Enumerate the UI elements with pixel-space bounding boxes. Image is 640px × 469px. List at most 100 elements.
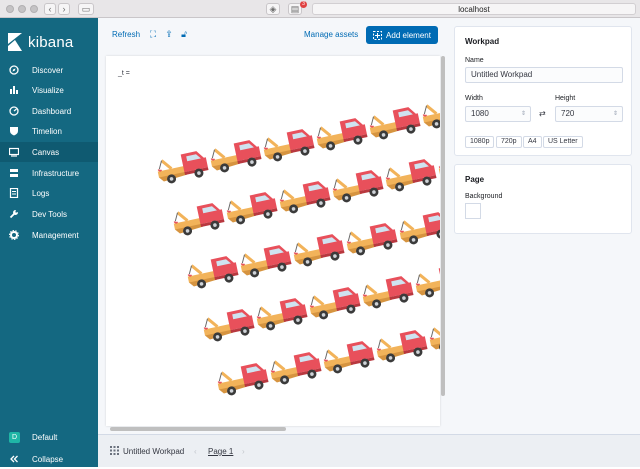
brand-name: kibana	[28, 33, 74, 51]
tow-truck-icon	[169, 199, 228, 240]
dashboard-icon	[9, 106, 19, 116]
sidebar-item-label: Logs	[32, 188, 50, 198]
share-icon[interactable]: ⇪	[164, 29, 174, 39]
preset-us-letter[interactable]: US Letter	[543, 136, 583, 148]
sidebar-item-label: Dev Tools	[32, 209, 67, 219]
sidebar-item-timelion[interactable]: Timelion	[0, 121, 98, 141]
refresh-button[interactable]: Refresh	[112, 30, 140, 39]
shield-extension-icon[interactable]: ◈	[266, 3, 280, 15]
add-element-label: Add element	[386, 30, 431, 40]
canvas-toolbar: Refresh ⛶ ⇪ 🔓︎ Manage assets Add element	[98, 18, 448, 54]
next-page-icon[interactable]: ›	[242, 447, 245, 456]
sidebar-item-visualize[interactable]: Visualize	[0, 80, 98, 100]
tow-truck-icon	[213, 359, 272, 400]
tow-truck-icon	[289, 230, 348, 271]
tow-truck-icon	[266, 348, 325, 389]
vertical-scrollbar[interactable]	[441, 56, 445, 396]
sidebar-item-dev-tools[interactable]: Dev Tools	[0, 204, 98, 224]
sidebar-item-label: Infrastructure	[32, 168, 80, 178]
sidebar-item-label: Management	[32, 230, 79, 240]
space-selector[interactable]: D Default	[0, 427, 98, 447]
sidebar-item-label: Visualize	[32, 85, 64, 95]
kibana-sidebar: kibana Discover Visualize Dashboard Time…	[0, 18, 98, 467]
space-avatar: D	[9, 431, 20, 443]
height-input[interactable]: 720 ⇕	[555, 106, 623, 122]
background-color-swatch[interactable]	[465, 203, 481, 219]
workpad-panel-title: Workpad	[465, 37, 500, 46]
bar-chart-icon	[9, 85, 19, 95]
preset-1080p[interactable]: 1080p	[465, 136, 495, 148]
maximize-window-button[interactable]	[30, 5, 38, 13]
width-stepper-icon[interactable]: ⇕	[521, 107, 526, 121]
shield-icon	[9, 126, 19, 136]
height-label: Height	[555, 95, 576, 102]
tow-truck-icon	[206, 136, 265, 177]
page-panel-title: Page	[465, 175, 485, 184]
minimize-window-button[interactable]	[18, 5, 26, 13]
collapse-label: Collapse	[32, 454, 64, 464]
tow-truck-icon	[434, 144, 440, 185]
page-grid-icon[interactable]	[110, 446, 119, 455]
sidebar-toggle-icon[interactable]: ▭	[78, 3, 94, 15]
preset-a4[interactable]: A4	[523, 136, 542, 148]
page-selector[interactable]: Page 1	[208, 447, 233, 456]
tow-truck-icon	[312, 114, 371, 155]
compass-icon	[9, 65, 19, 75]
sidebar-item-label: Canvas	[32, 147, 60, 157]
workpad-page[interactable]: _t =	[106, 56, 440, 426]
kibana-logo-icon	[8, 33, 22, 51]
notification-badge: 3	[300, 1, 307, 8]
workpad-name-label[interactable]: Untitled Workpad	[123, 447, 184, 456]
address-bar[interactable]: localhost	[312, 3, 636, 15]
forward-button[interactable]: ›	[58, 3, 70, 15]
tow-truck-icon	[275, 177, 334, 218]
collapse-icon	[9, 454, 19, 464]
sidebar-item-canvas[interactable]: Canvas	[0, 142, 98, 162]
collapse-button[interactable]: Collapse	[0, 449, 98, 469]
sidebar-item-dashboard[interactable]: Dashboard	[0, 101, 98, 121]
add-element-button[interactable]: Add element	[366, 26, 438, 44]
width-input[interactable]: 1080 ⇕	[465, 106, 531, 122]
previous-page-icon[interactable]: ‹	[194, 447, 197, 456]
background-label: Background	[465, 193, 503, 200]
tow-truck-image-grid[interactable]	[106, 56, 440, 426]
sidebar-item-infrastructure[interactable]: Infrastructure	[0, 163, 98, 183]
sidebar-item-management[interactable]: Management	[0, 225, 98, 245]
tow-truck-icon	[183, 252, 242, 293]
workpad-name-input[interactable]: Untitled Workpad	[465, 67, 623, 83]
kibana-logo[interactable]: kibana	[8, 31, 73, 53]
swap-dimensions-icon[interactable]: ⇄	[539, 109, 546, 118]
tow-truck-icon	[259, 125, 318, 166]
close-window-button[interactable]	[6, 5, 14, 13]
browser-toolbar: ‹ › ▭ ◈ ▤ 3 localhost	[0, 0, 640, 18]
preset-720p[interactable]: 720p	[496, 136, 522, 148]
sidebar-item-logs[interactable]: Logs	[0, 183, 98, 203]
sidebar-item-label: Dashboard	[32, 106, 72, 116]
lock-icon[interactable]: 🔓︎	[179, 29, 189, 39]
back-button[interactable]: ‹	[44, 3, 56, 15]
name-label: Name	[465, 57, 484, 64]
workpad-settings-panel: Workpad Name Untitled Workpad Width 1080…	[454, 26, 632, 156]
tow-truck-icon	[381, 155, 440, 196]
height-stepper-icon[interactable]: ⇕	[613, 107, 618, 121]
infrastructure-icon	[9, 168, 19, 178]
horizontal-scrollbar[interactable]	[110, 427, 286, 431]
canvas-workspace: Refresh ⛶ ⇪ 🔓︎ Manage assets Add element…	[98, 18, 640, 467]
space-label: Default	[32, 432, 58, 442]
width-value: 1080	[471, 109, 489, 118]
fullscreen-icon[interactable]: ⛶	[148, 29, 158, 39]
sidebar-item-discover[interactable]: Discover	[0, 60, 98, 80]
add-element-icon	[373, 30, 383, 40]
tow-truck-icon	[252, 294, 311, 335]
tow-truck-icon	[358, 272, 417, 313]
tow-truck-icon	[395, 208, 440, 249]
tow-truck-icon	[425, 315, 440, 356]
manage-assets-button[interactable]: Manage assets	[304, 30, 358, 39]
workpad-footer: Untitled Workpad ‹ Page 1 ›	[98, 434, 640, 467]
size-presets: 1080p 720p A4 US Letter	[465, 136, 625, 148]
gear-icon	[9, 230, 19, 240]
tow-truck-icon	[342, 219, 401, 260]
wrench-icon	[9, 209, 19, 219]
tow-truck-icon	[328, 166, 387, 207]
tow-truck-icon	[372, 326, 431, 367]
